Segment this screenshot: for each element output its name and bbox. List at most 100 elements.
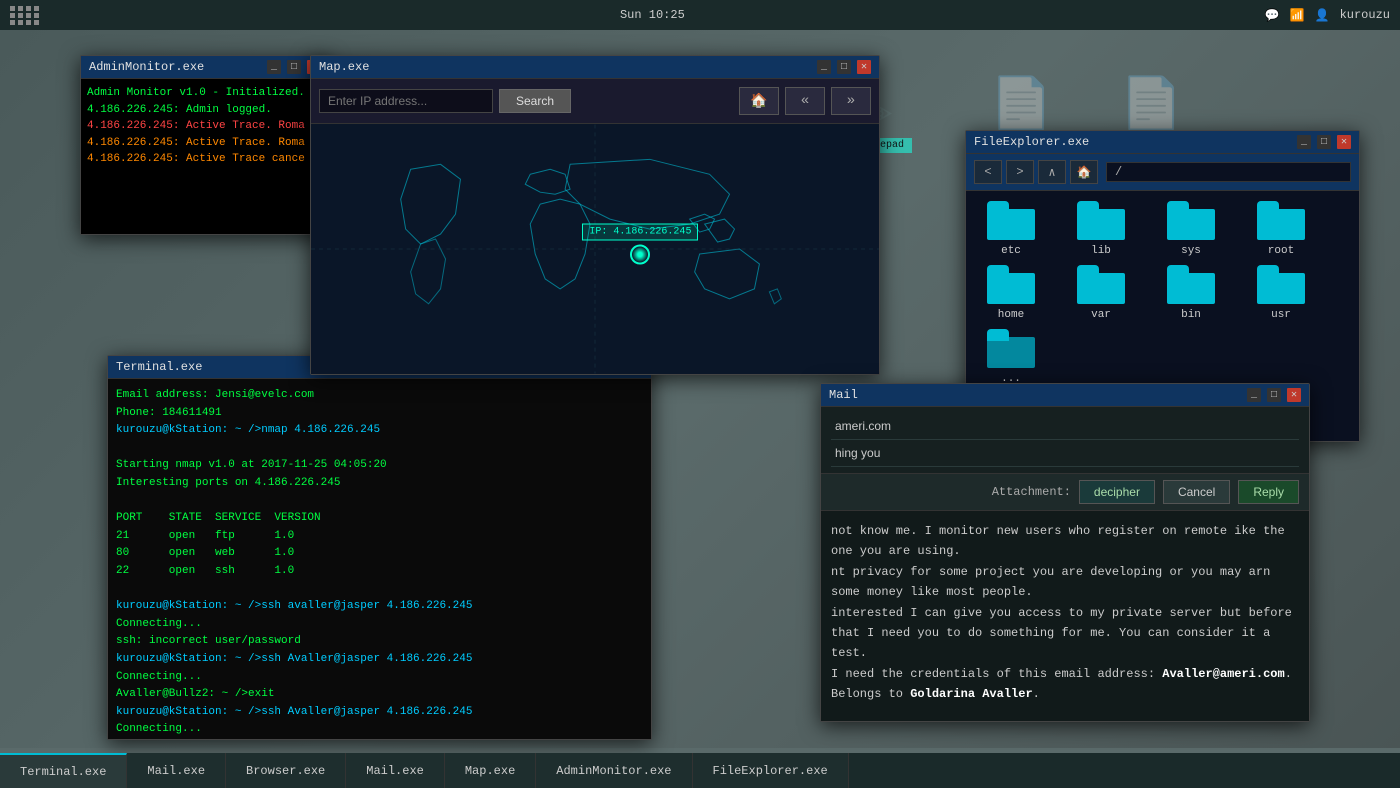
t-line-conn1: Connecting... [116,616,643,634]
file-explorer-controls[interactable]: _ □ ✕ [1297,135,1351,149]
folder-root-icon [1257,201,1305,241]
folder-root[interactable]: root [1246,201,1316,257]
folder-lib-label: lib [1091,245,1111,257]
folder-etc-icon [987,201,1035,241]
map-back-btn[interactable]: « [785,87,825,115]
folder-usr[interactable]: usr [1246,265,1316,321]
map-minimize-btn[interactable]: _ [817,60,831,74]
fe-back-btn[interactable]: < [974,160,1002,184]
map-toolbar: Search 🏠 « » [311,79,879,124]
reply-button[interactable]: Reply [1238,480,1299,504]
t-line-blank3 [116,581,643,599]
mail-minimize-btn[interactable]: _ [1247,388,1261,402]
mail-fields [821,407,1309,474]
map-forward-btn[interactable]: » [831,87,871,115]
tb-browser-label: Browser.exe [246,764,325,778]
mail-subject-input[interactable] [831,444,1299,462]
folder-more-icon [987,329,1035,369]
tb-adminmonitor[interactable]: AdminMonitor.exe [536,753,692,788]
map-close-btn[interactable]: ✕ [857,60,871,74]
admin-line-5: 4.186.226.245: Active Trace cance [87,151,323,168]
fe-path-bar[interactable]: / [1106,162,1351,182]
fe-forward-btn[interactable]: > [1006,160,1034,184]
fe-close-btn[interactable]: ✕ [1337,135,1351,149]
map-search-button[interactable]: Search [499,89,571,113]
folder-bin-icon [1167,265,1215,305]
decipher-button[interactable]: decipher [1079,480,1155,504]
admin-monitor-window: AdminMonitor.exe _ □ ✕ Admin Monitor v1.… [80,55,330,235]
folder-bin-label: bin [1181,309,1201,321]
map-controls[interactable]: _ □ ✕ [817,60,871,74]
tb-map[interactable]: Map.exe [445,753,536,788]
t-line-conn3: Connecting... [116,721,643,739]
folder-bin[interactable]: bin [1156,265,1226,321]
folder-sys-label: sys [1181,245,1201,257]
folder-var[interactable]: var [1066,265,1136,321]
apps-grid-icon[interactable] [10,6,40,25]
folder-usr-icon [1257,265,1305,305]
mail-actions-bar: Attachment: decipher Cancel Reply [821,474,1309,511]
file-explorer-title: FileExplorer.exe [974,135,1089,149]
t-line-exit1: Avaller@Bullz2: ~ />exit [116,686,643,704]
tb-browser[interactable]: Browser.exe [226,753,346,788]
mail-close-btn[interactable]: ✕ [1287,388,1301,402]
tb-terminal[interactable]: Terminal.exe [0,753,127,788]
folder-home-label: home [998,309,1024,321]
folder-lib[interactable]: lib [1066,201,1136,257]
fe-home-btn[interactable]: 🏠 [1070,160,1098,184]
mail-to-input[interactable] [831,417,1299,435]
cancel-button[interactable]: Cancel [1163,480,1230,504]
folder-etc[interactable]: etc [976,201,1046,257]
mail-popup-controls[interactable]: _ □ ✕ [1247,388,1301,402]
admin-line-4: 4.186.226.245: Active Trace. Roma [87,135,323,152]
folder-var-label: var [1091,309,1111,321]
map-title: Map.exe [319,60,369,74]
folder-usr-label: usr [1271,309,1291,321]
admin-monitor-title: AdminMonitor.exe [89,60,204,74]
map-body: IP: 4.186.226.245 [311,124,879,374]
taskbar-top: Sun 10:25 💬 📶 👤 kurouzu [0,0,1400,30]
t-line-port80: 80 open web 1.0 [116,545,643,563]
tb-mail-1[interactable]: Mail.exe [127,753,226,788]
map-maximize-btn[interactable]: □ [837,60,851,74]
mail-body-content: not know me. I monitor new users who reg… [821,511,1309,721]
tb-fileexplorer[interactable]: FileExplorer.exe [693,753,849,788]
t-line-cmd2: kurouzu@kStation: ~ />ssh avaller@jasper… [116,598,643,616]
map-ip-pin: IP: 4.186.226.245 [582,224,698,265]
wifi-icon: 📶 [1290,8,1305,23]
map-home-btn[interactable]: 🏠 [739,87,779,115]
fe-row-2: home var bin usr [976,265,1349,321]
t-line-phone: Phone: 184611491 [116,405,643,423]
fe-maximize-btn[interactable]: □ [1317,135,1331,149]
tb-mail-2[interactable]: Mail.exe [346,753,445,788]
tb-adminmonitor-label: AdminMonitor.exe [556,764,671,778]
terminal-content[interactable]: Email address: Jensi@evelc.com Phone: 18… [108,379,651,739]
admin-minimize-btn[interactable]: _ [267,60,281,74]
admin-content: Admin Monitor v1.0 - Initialized. 4.186.… [81,79,329,234]
map-titlebar: Map.exe _ □ ✕ [311,56,879,79]
fe-minimize-btn[interactable]: _ [1297,135,1311,149]
fe-row-1: etc lib sys root [976,201,1349,257]
t-line-conn2: Connecting... [116,669,643,687]
mail-to-field [831,413,1299,440]
clock-display: Sun 10:25 [620,8,685,22]
mail-maximize-btn[interactable]: □ [1267,388,1281,402]
map-window: Map.exe _ □ ✕ Search 🏠 « » [310,55,880,375]
tb-terminal-label: Terminal.exe [20,765,106,779]
tb-mail-2-label: Mail.exe [366,764,424,778]
folder-etc-label: etc [1001,245,1021,257]
t-line-nmap1: Starting nmap v1.0 at 2017-11-25 04:05:2… [116,457,643,475]
folder-sys[interactable]: sys [1156,201,1226,257]
t-line-cmd1: kurouzu@kStation: ~ />nmap 4.186.226.245 [116,422,643,440]
mail-popup-titlebar: Mail _ □ ✕ [821,384,1309,407]
folder-home-icon [987,265,1035,305]
ip-pin-label: IP: 4.186.226.245 [582,224,698,241]
t-line-cmd4: kurouzu@kStation: ~ />ssh Avaller@jasper… [116,704,643,722]
folder-more[interactable]: ... [976,329,1046,385]
admin-maximize-btn[interactable]: □ [287,60,301,74]
chat-icon[interactable]: 💬 [1265,8,1280,23]
ip-search-input[interactable] [319,89,493,113]
folder-home[interactable]: home [976,265,1046,321]
tb-fileexplorer-label: FileExplorer.exe [713,764,828,778]
fe-up-btn[interactable]: ∧ [1038,160,1066,184]
